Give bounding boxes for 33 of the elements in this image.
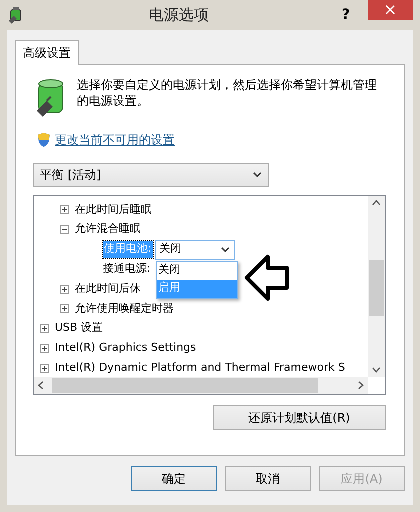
scrollbar-thumb[interactable] (369, 260, 384, 316)
tree-item[interactable]: 允许使用唤醒定时器 (75, 300, 174, 318)
tree-item[interactable]: Intel(R) Dynamic Platform and Thermal Framework S (55, 360, 346, 377)
window-title: 电源选项 (148, 4, 210, 26)
value-select[interactable]: 关闭 (154, 240, 235, 260)
scrollbar-thumb[interactable] (52, 378, 318, 393)
expand-icon[interactable] (60, 205, 69, 214)
dialog-button[interactable]: 确定 (131, 466, 217, 491)
plan-select[interactable]: 平衡 [活动] (33, 163, 269, 187)
collapse-icon[interactable] (60, 225, 69, 234)
expand-icon[interactable] (60, 304, 69, 314)
intro-text: 选择你要自定义的电源计划，然后选择你希望计算机管理的电源设置。 (77, 77, 377, 110)
chevron-down-icon (253, 172, 262, 178)
help-button[interactable]: ? (332, 4, 360, 26)
expand-icon[interactable] (40, 364, 49, 373)
expand-icon[interactable] (40, 344, 49, 353)
setting-label[interactable]: 接通电源: (103, 261, 151, 278)
expand-icon[interactable] (60, 284, 69, 294)
shield-icon (37, 132, 51, 148)
close-button[interactable]: × (368, 0, 413, 20)
dropdown-option[interactable]: 关闭 (156, 262, 237, 280)
tree-item[interactable]: Intel(R) Graphics Settings (55, 340, 196, 357)
restore-defaults-button[interactable]: 还原计划默认值(R) (213, 405, 386, 430)
tree-item[interactable]: 允许混合睡眠 (75, 221, 141, 238)
tree-item[interactable]: 在此时间后睡眠 (75, 202, 152, 218)
dialog-button[interactable]: 取消 (225, 466, 311, 491)
tab[interactable]: 高级设置 (15, 40, 79, 65)
chevron-down-icon (220, 246, 230, 252)
tree-item[interactable]: USB 设置 (55, 320, 104, 337)
expand-icon[interactable] (40, 324, 49, 334)
arrow-drawing (244, 254, 290, 302)
tree-item[interactable]: 在此时间后休 (75, 280, 141, 298)
change-settings-link[interactable]: 更改当前不可用的设置 (55, 131, 175, 149)
